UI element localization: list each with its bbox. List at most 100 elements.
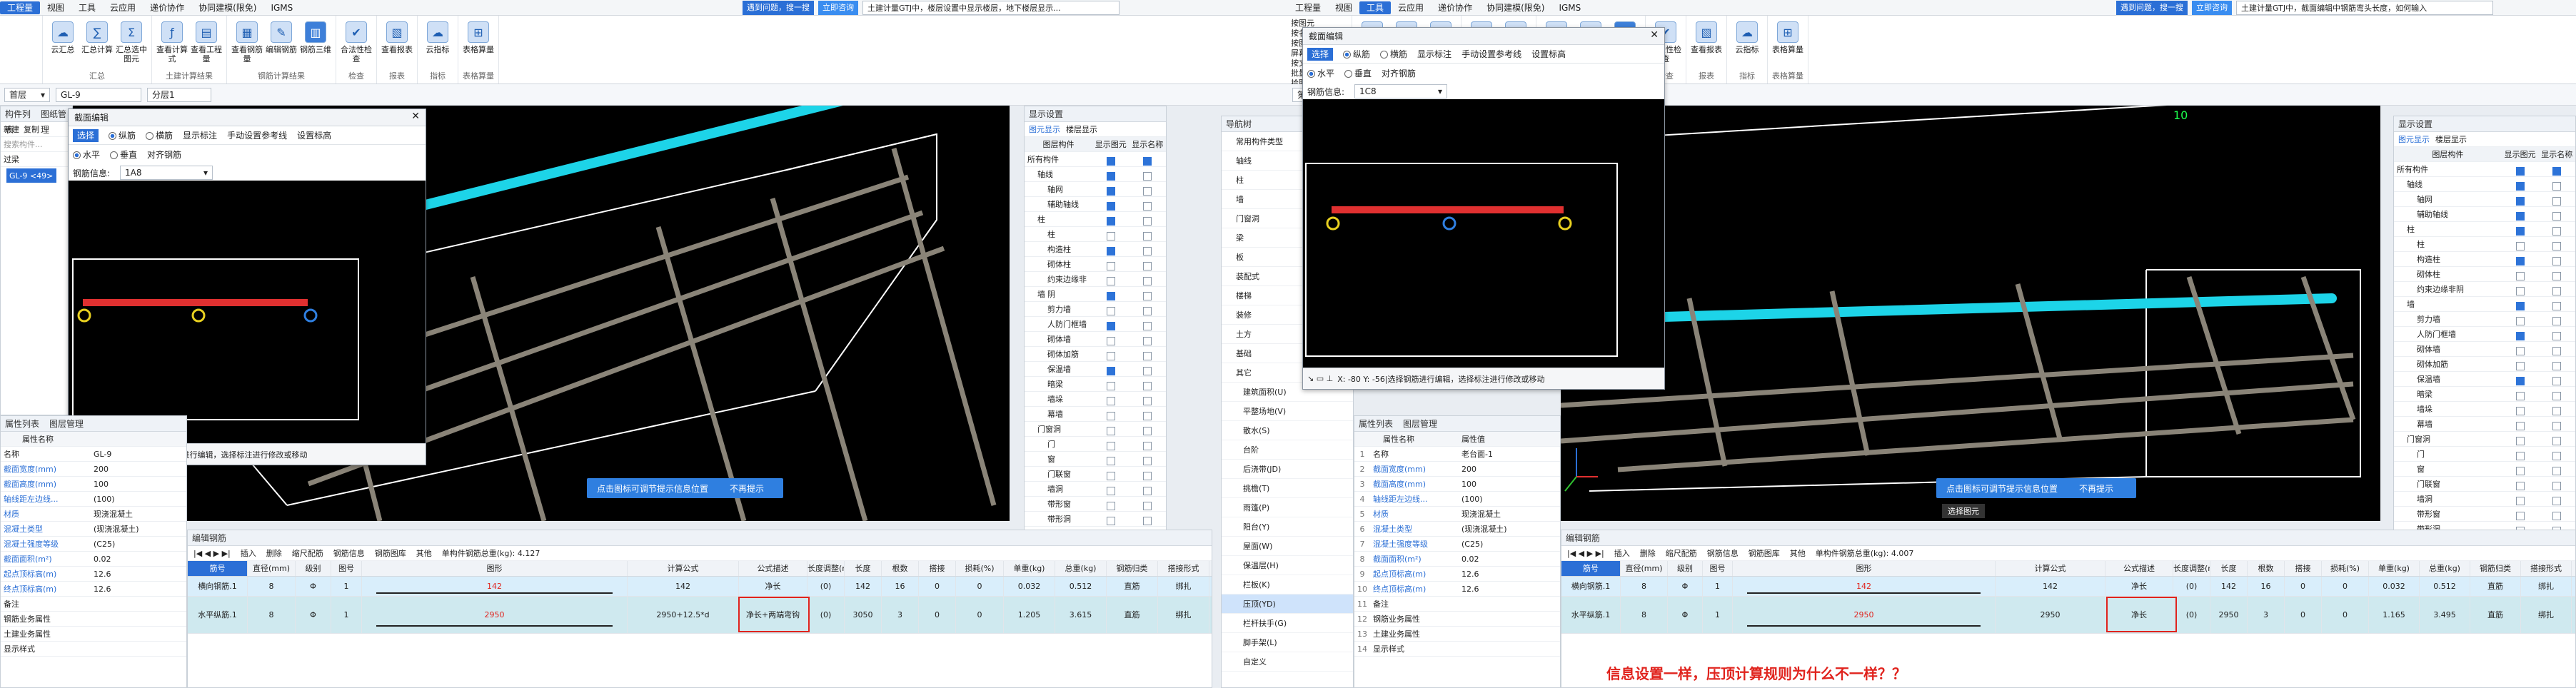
left-menu-5[interactable]: 协同建模(限免) <box>191 1 263 14</box>
right-rebar-cell-1[interactable]: 8 <box>1621 597 1668 633</box>
right-dialog-opt3[interactable]: 对齐钢筋 <box>1382 67 1416 79</box>
left-display-row[interactable]: 幕墙 <box>1025 407 1166 422</box>
left-name-checkbox[interactable] <box>1143 157 1152 166</box>
left-display-row[interactable]: 砌体柱 <box>1025 257 1166 272</box>
left-btn-4-0[interactable]: ▧ 查看报表 <box>381 19 413 67</box>
left-dialog-close-icon[interactable]: ✕ <box>411 111 420 122</box>
left-rebar-cell-2[interactable]: Φ <box>296 577 331 596</box>
right-rebar-tool-5[interactable]: 其他 <box>1790 546 1806 560</box>
right-dialog-tab-5[interactable]: 设置标高 <box>1531 48 1566 60</box>
right-display-row[interactable]: 暗梁 <box>2394 387 2575 402</box>
right-show-checkbox[interactable] <box>2515 377 2525 385</box>
right-display-row[interactable]: 剪力墙 <box>2394 312 2575 327</box>
right-props-tab[interactable]: 属性列表 <box>1359 416 1393 431</box>
left-rebar-cell-5[interactable]: 142 <box>628 577 739 596</box>
left-name-checkbox[interactable] <box>1143 472 1152 480</box>
left-rebar-tool-4[interactable]: 钢筋图库 <box>375 546 406 560</box>
left-show-checkbox[interactable] <box>1106 367 1115 375</box>
right-prop-row[interactable]: 10 终点顶标高(m) 12.6 <box>1354 582 1560 597</box>
left-rebar-cell-8[interactable]: 3050 <box>845 597 882 633</box>
right-name-checkbox[interactable] <box>2552 287 2562 295</box>
right-prop-row[interactable]: 7 混凝土强度等级 (C25) <box>1354 537 1560 552</box>
left-display-row[interactable]: 人防门框墙 <box>1025 317 1166 332</box>
right-rebar-tool-2[interactable]: 缩尺配筋 <box>1666 546 1697 560</box>
left-show-checkbox[interactable] <box>1106 337 1115 345</box>
right-rebar-row[interactable]: 横向钢筋.1 8 Φ 1 142 142 净长 (0) 142 16 0 0 0.032 0.512 直筋绑… <box>1561 577 2575 597</box>
left-dialog-tab-2[interactable]: 横筋 <box>146 129 173 141</box>
right-show-checkbox[interactable] <box>2515 362 2525 370</box>
left-rebar-select[interactable]: 1A8 ▾ <box>120 166 213 180</box>
right-rebar-cell-0[interactable]: 横向钢筋.1 <box>1561 577 1621 596</box>
right-show-checkbox[interactable] <box>2515 452 2525 460</box>
left-show-checkbox[interactable] <box>1106 352 1115 360</box>
right-name-checkbox[interactable] <box>2552 227 2562 236</box>
right-name-checkbox[interactable] <box>2552 182 2562 191</box>
left-rebar-cell-1[interactable]: 8 <box>248 597 296 633</box>
left-prop-row[interactable]: 混凝土类型 (现浇混凝土) <box>1 522 186 537</box>
left-name-checkbox[interactable] <box>1143 427 1152 435</box>
left-btn-1-0[interactable]: ƒ 查看计算式 <box>156 19 188 67</box>
right-prop-row[interactable]: 9 起点顶标高(m) 12.6 <box>1354 567 1560 582</box>
left-show-checkbox[interactable] <box>1106 397 1115 405</box>
left-rebar-cell-4[interactable]: 2950 <box>362 597 628 633</box>
right-dialog-tab-1[interactable]: 纵筋 <box>1343 48 1370 60</box>
left-show-checkbox[interactable] <box>1106 217 1115 226</box>
left-rebar-cell-11[interactable]: 0 <box>956 597 1004 633</box>
right-name-checkbox[interactable] <box>2552 272 2562 280</box>
left-display-row[interactable]: 辅助轴线 <box>1025 197 1166 212</box>
left-name-checkbox[interactable] <box>1143 442 1152 450</box>
right-display-row[interactable]: 柱 <box>2394 222 2575 237</box>
right-nav-sub-4[interactable]: 后浇带(JD) <box>1222 460 1353 479</box>
left-rebar-cell-6[interactable]: 净长 <box>739 577 807 596</box>
right-nav-sub-1[interactable]: 平整场地(V) <box>1222 402 1353 421</box>
right-rebar-cell-4[interactable]: 2950 <box>1733 597 1996 633</box>
left-menu-6[interactable]: IGMS <box>263 3 300 13</box>
left-display-row[interactable]: 约束边缘非阴 <box>1025 272 1166 299</box>
right-nav-sub-12[interactable]: 栏杆扶手(G) <box>1222 614 1353 633</box>
right-prop-row[interactable]: 12 钢筋业务属性 <box>1354 612 1560 627</box>
left-menu-4[interactable]: 递价协作 <box>143 1 191 14</box>
left-component-item[interactable]: GL-9 <49> <box>6 168 56 183</box>
left-layer-select[interactable]: 分层1 <box>147 87 212 102</box>
right-search-input[interactable]: 土建计量GTJ中，截面编辑中钢筋弯头长度，如何输入 <box>2236 1 2493 15</box>
left-rebar-cell-0[interactable]: 横向钢筋.1 <box>188 577 248 596</box>
left-show-checkbox[interactable] <box>1106 262 1115 270</box>
left-rebar-cell-0[interactable]: 水平纵筋.1 <box>188 597 248 633</box>
left-rebar-cell-5[interactable]: 2950+12.5*d <box>628 597 739 633</box>
right-rebar-cell-6[interactable]: 净长 <box>2105 577 2173 596</box>
right-show-checkbox[interactable] <box>2515 392 2525 400</box>
right-display-row[interactable]: 约束边缘非阴 <box>2394 282 2575 297</box>
right-rebar-tool-3[interactable]: 钢筋信息 <box>1707 546 1739 560</box>
right-dialog-tab-3[interactable]: 显示标注 <box>1417 48 1451 60</box>
right-prop-row[interactable]: 6 混凝土类型 (现浇混凝土) <box>1354 522 1560 537</box>
left-rebar-row[interactable]: 横向钢筋.1 8 Φ 1 142 142 净长 (0) 142 16 0 0 0.032 0.512 直筋绑… <box>188 577 1212 597</box>
right-nav-sub-10[interactable]: 栏板(K) <box>1222 575 1353 595</box>
left-display-row[interactable]: 柱 <box>1025 227 1166 242</box>
right-display-row[interactable]: 墙垛 <box>2394 402 2575 417</box>
left-name-checkbox[interactable] <box>1143 352 1152 360</box>
right-rebar-cell-2[interactable]: Φ <box>1668 597 1703 633</box>
left-btn-0-1[interactable]: ∑ 汇总计算 <box>81 19 113 67</box>
left-btn-3-0[interactable]: ✔ 合法性检查 <box>341 19 372 67</box>
right-show-checkbox[interactable] <box>2515 197 2525 206</box>
right-rebar-cell-15[interactable]: 绑扎 <box>2521 597 2572 633</box>
left-display-row[interactable]: 砌体加筋 <box>1025 347 1166 362</box>
left-rebar-tool-2[interactable]: 缩尺配筋 <box>292 546 323 560</box>
left-new-button[interactable]: 新建 <box>4 122 19 136</box>
right-dialog-opt1[interactable]: 水平 <box>1307 67 1334 79</box>
left-prop-row[interactable]: 起点顶标高(m) 12.6 <box>1 567 186 582</box>
right-layer-tab[interactable]: 图层管理 <box>1403 416 1437 431</box>
right-rebar-cell-8[interactable]: 142 <box>2210 577 2248 596</box>
right-nav-sub-6[interactable]: 雨篷(P) <box>1222 498 1353 517</box>
right-nav-sub-2[interactable]: 散水(S) <box>1222 421 1353 440</box>
left-component-select[interactable]: GL-9 <box>56 87 142 102</box>
right-show-checkbox[interactable] <box>2515 467 2525 475</box>
right-name-checkbox[interactable] <box>2552 377 2562 385</box>
left-rebar-cell-12[interactable]: 0.032 <box>1004 577 1055 596</box>
left-rebar-cell-9[interactable]: 3 <box>882 597 919 633</box>
left-name-checkbox[interactable] <box>1143 247 1152 256</box>
right-menu-0[interactable]: 工程量 <box>1288 1 1328 14</box>
left-btn-0-2[interactable]: Σ 汇总选中图元 <box>116 19 147 67</box>
right-rebar-cell-0[interactable]: 水平纵筋.1 <box>1561 597 1621 633</box>
right-rebar-cell-5[interactable]: 2950 <box>1996 597 2105 633</box>
